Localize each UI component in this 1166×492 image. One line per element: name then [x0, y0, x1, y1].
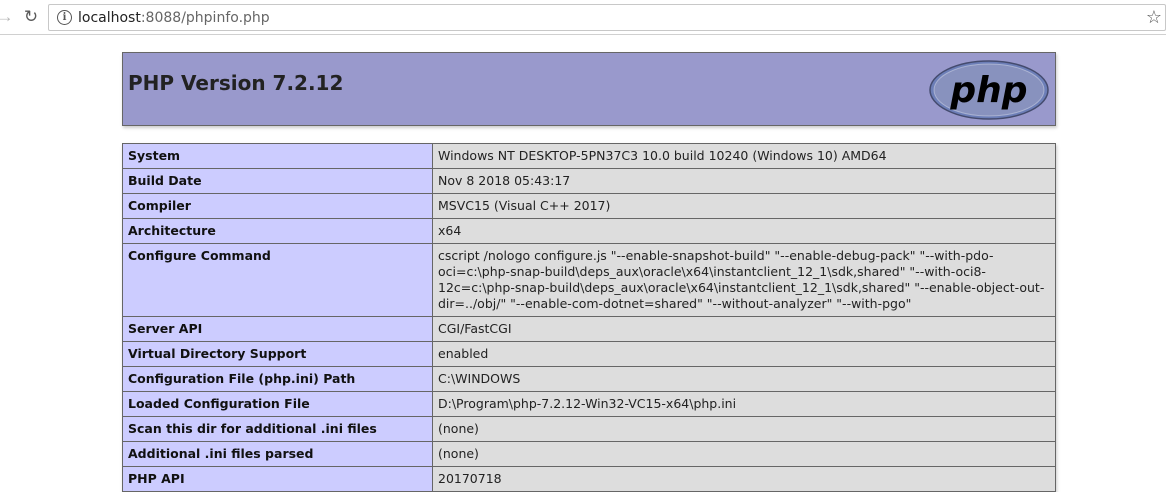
browser-toolbar: → ↻ i localhost:8088/phpinfo.php ☆ [0, 0, 1166, 35]
row-key: System [122, 143, 433, 169]
row-value: (none) [432, 416, 1056, 442]
table-row: Additional .ini files parsed (none) [122, 441, 1056, 467]
php-logo-text: php [949, 70, 1027, 111]
table-row: Scan this dir for additional .ini files(… [122, 416, 1056, 442]
row-value: 20170718 [432, 466, 1056, 492]
row-value: cscript /nologo configure.js "--enable-s… [432, 243, 1056, 317]
address-bar[interactable]: i localhost:8088/phpinfo.php ☆ [48, 4, 1166, 31]
row-key: Virtual Directory Support [122, 341, 433, 367]
row-key: PHP API [122, 466, 433, 492]
row-value: x64 [432, 218, 1056, 244]
table-row: System Windows NT DESKTOP-5PN37C3 10.0 bu… [122, 143, 1056, 169]
row-value: (none) [432, 441, 1056, 467]
table-row: Architecture x64 [122, 218, 1056, 244]
url-text[interactable]: localhost:8088/phpinfo.php [78, 10, 270, 26]
php-version-header: PHP Version 7.2.12 php [122, 52, 1056, 126]
row-value: Nov 8 2018 05:43:17 [432, 168, 1056, 194]
url-path: :8088/phpinfo.php [140, 9, 270, 26]
table-row: PHP API 20170718 [122, 466, 1056, 492]
row-value: Windows NT DESKTOP-5PN37C3 10.0 build 10… [432, 143, 1056, 169]
reload-icon[interactable]: ↻ [20, 6, 42, 28]
back-arrow-icon[interactable]: → [0, 6, 16, 28]
info-icon[interactable]: i [57, 10, 72, 25]
table-row: Loaded Configuration File D:\Program\php-… [122, 391, 1056, 417]
page-title: PHP Version 7.2.12 [128, 71, 344, 95]
row-key: Architecture [122, 218, 433, 244]
row-key: Scan this dir for additional .ini files [122, 416, 433, 442]
row-value: D:\Program\php-7.2.12-Win32-VC15-x64\php… [432, 391, 1056, 417]
row-key: Additional .ini files parsed [122, 441, 433, 467]
row-value: enabled [432, 341, 1056, 367]
table-row: Build Date Nov 8 2018 05:43:17 [122, 168, 1056, 194]
phpinfo-table: System Windows NT DESKTOP-5PN37C3 10.0 bu… [122, 143, 1056, 492]
row-key: Loaded Configuration File [122, 391, 433, 417]
table-row: Virtual Directory Support enabled [122, 341, 1056, 367]
row-value: CGI/FastCGI [432, 316, 1056, 342]
url-host: localhost [78, 9, 141, 26]
row-key: Compiler [122, 193, 433, 219]
table-row: Configure Command cscript /nologo configu… [122, 243, 1056, 317]
row-value: MSVC15 (Visual C++ 2017) [432, 193, 1056, 219]
php-logo[interactable]: php [928, 59, 1050, 121]
table-row: Configuration File (php.ini) Path C:\WIND… [122, 366, 1056, 392]
row-key: Configure Command [122, 243, 433, 317]
row-key: Build Date [122, 168, 433, 194]
row-key: Configuration File (php.ini) Path [122, 366, 433, 392]
row-value: C:\WINDOWS [432, 366, 1056, 392]
table-row: Compiler MSVC15 (Visual C++ 2017) [122, 193, 1056, 219]
row-key: Server API [122, 316, 433, 342]
table-row: Server API CGI/FastCGI [122, 316, 1056, 342]
phpinfo-content: PHP Version 7.2.12 php System Windows NT … [122, 52, 1056, 492]
bookmark-star-icon[interactable]: ☆ [1146, 7, 1162, 28]
